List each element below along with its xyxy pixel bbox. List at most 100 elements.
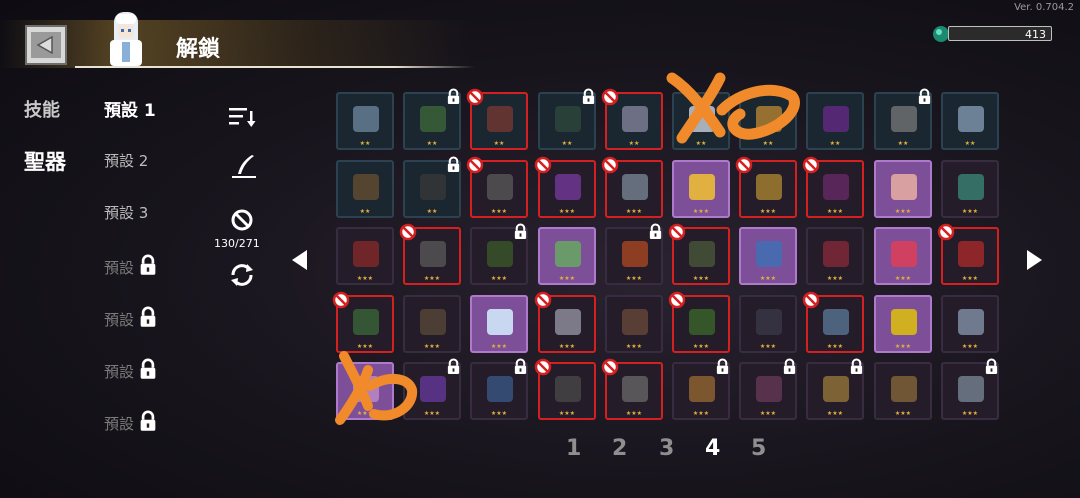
page-number-3[interactable]: 3 <box>659 436 674 461</box>
preset-label: 預設 <box>104 414 135 433</box>
relic-slot[interactable]: ★★★ <box>802 291 864 353</box>
preset-item-5[interactable]: 預設 <box>104 306 158 332</box>
refresh-icon[interactable] <box>228 262 256 288</box>
ban-badge-icon <box>332 291 350 309</box>
relic-slot[interactable]: ★★ <box>403 88 461 150</box>
relic-item-icon <box>891 174 917 200</box>
relic-slot[interactable]: ★★★ <box>668 223 730 285</box>
relic-slot[interactable]: ★★★ <box>466 156 528 218</box>
relic-slot[interactable]: ★★★ <box>534 156 596 218</box>
relic-slot[interactable]: ★★★ <box>470 223 528 285</box>
preset-item-1[interactable]: 預設 1 <box>104 96 156 121</box>
relic-slot[interactable]: ★★★ <box>601 358 663 420</box>
page-number-1[interactable]: 1 <box>566 436 581 461</box>
relic-stars: ★★★ <box>625 275 643 282</box>
back-arrow-icon <box>36 36 53 54</box>
relic-slot[interactable]: ★★★ <box>601 156 663 218</box>
relic-item-icon <box>689 106 715 132</box>
relic-slot[interactable]: ★★★ <box>470 358 528 420</box>
preset-item-6[interactable]: 預設 <box>104 358 158 384</box>
relic-slot[interactable]: ★★★ <box>403 295 461 353</box>
relic-item-icon <box>353 106 379 132</box>
ban-badge-icon <box>466 156 484 174</box>
relic-slot[interactable]: ★★★ <box>739 227 797 285</box>
relic-slot[interactable]: ★★ <box>403 156 461 218</box>
currency-display: 413 <box>932 24 1056 44</box>
relic-item-icon <box>555 106 581 132</box>
next-page-arrow[interactable] <box>1027 250 1042 270</box>
page-number-4[interactable]: 4 <box>705 436 720 461</box>
relic-item-icon <box>823 309 849 335</box>
page-number-2[interactable]: 2 <box>612 436 627 461</box>
preset-item-4[interactable]: 預設 <box>104 254 158 280</box>
preset-item-7[interactable]: 預設 <box>104 410 158 436</box>
page-number-5[interactable]: 5 <box>751 436 766 461</box>
relic-slot[interactable]: ★★ <box>739 92 797 150</box>
relic-stars: ★★★ <box>423 275 441 282</box>
relic-stars: ★★★ <box>490 275 508 282</box>
relic-stars: ★★ <box>964 140 976 147</box>
ban-icon[interactable] <box>230 208 254 232</box>
currency-amount: 413 <box>948 26 1052 41</box>
ban-badge-icon <box>399 223 417 241</box>
relic-slot[interactable]: ★★★ <box>874 160 932 218</box>
relic-slot[interactable]: ★★★ <box>802 156 864 218</box>
relic-slot[interactable]: ★★★ <box>672 160 730 218</box>
preset-item-3[interactable]: 預設 3 <box>104 202 148 223</box>
relic-slot[interactable]: ★★★ <box>470 295 528 353</box>
preset-item-2[interactable]: 預設 2 <box>104 150 148 171</box>
relic-slot[interactable]: ★★★ <box>806 358 864 420</box>
relic-slot[interactable]: ★★ <box>601 88 663 150</box>
sort-icon[interactable] <box>228 105 258 129</box>
tab-skills[interactable]: 技能 <box>24 96 60 122</box>
relic-stars: ★★★ <box>692 208 710 215</box>
relic-stars: ★★★ <box>558 275 576 282</box>
quill-icon[interactable] <box>230 152 258 180</box>
relic-slot[interactable]: ★★★ <box>874 362 932 420</box>
unlock-counter: 130/271 <box>214 237 260 250</box>
relic-slot[interactable]: ★★★ <box>538 227 596 285</box>
relic-slot[interactable]: ★★★ <box>806 227 864 285</box>
relic-slot[interactable]: ★★★ <box>336 227 394 285</box>
relic-slot[interactable]: ★★★ <box>605 223 663 285</box>
relic-slot[interactable]: ★★ <box>672 92 730 150</box>
relic-slot[interactable]: ★★ <box>466 88 528 150</box>
relic-stars: ★★★ <box>759 208 777 215</box>
relic-slot[interactable]: ★★★ <box>941 358 999 420</box>
relic-slot[interactable]: ★★★ <box>403 358 461 420</box>
relic-slot[interactable]: ★★ <box>806 92 864 150</box>
relic-item-icon <box>420 241 446 267</box>
relic-slot[interactable]: ★★★ <box>534 291 596 353</box>
relic-slot[interactable]: ★★★ <box>534 358 596 420</box>
lock-badge-icon <box>582 88 595 104</box>
relic-slot[interactable]: ★★★ <box>399 223 461 285</box>
preset-label: 預設 <box>104 258 135 277</box>
relic-slot[interactable]: ★★ <box>336 92 394 150</box>
character-avatar <box>110 12 142 66</box>
relic-slot[interactable]: ★★★ <box>874 227 932 285</box>
relic-slot[interactable]: ★★★ <box>668 291 730 353</box>
tab-relics[interactable]: 聖器 <box>24 146 66 176</box>
relic-slot[interactable]: ★★ <box>941 92 999 150</box>
relic-slot[interactable]: ★★★ <box>937 223 999 285</box>
relic-slot[interactable]: ★★★ <box>739 295 797 353</box>
relic-slot[interactable]: ★★ <box>336 160 394 218</box>
relic-slot[interactable]: ★★★ <box>332 291 394 353</box>
prev-page-arrow[interactable] <box>292 250 307 270</box>
relic-slot[interactable]: ★★★ <box>605 295 663 353</box>
relic-slot[interactable]: ★★★ <box>336 362 394 420</box>
back-button[interactable] <box>25 25 67 65</box>
relic-item-icon <box>689 241 715 267</box>
relic-slot[interactable]: ★★ <box>538 88 596 150</box>
lock-badge-icon <box>850 358 863 374</box>
relic-slot[interactable]: ★★★ <box>941 160 999 218</box>
relic-slot[interactable]: ★★★ <box>739 358 797 420</box>
relic-slot[interactable]: ★★ <box>874 88 932 150</box>
relic-slot[interactable]: ★★★ <box>941 295 999 353</box>
relic-slot[interactable]: ★★★ <box>735 156 797 218</box>
relic-slot[interactable]: ★★★ <box>672 358 730 420</box>
relic-stars: ★★★ <box>961 208 979 215</box>
lock-badge-icon <box>447 358 460 374</box>
lock-badge-icon <box>649 223 662 239</box>
relic-slot[interactable]: ★★★ <box>874 295 932 353</box>
